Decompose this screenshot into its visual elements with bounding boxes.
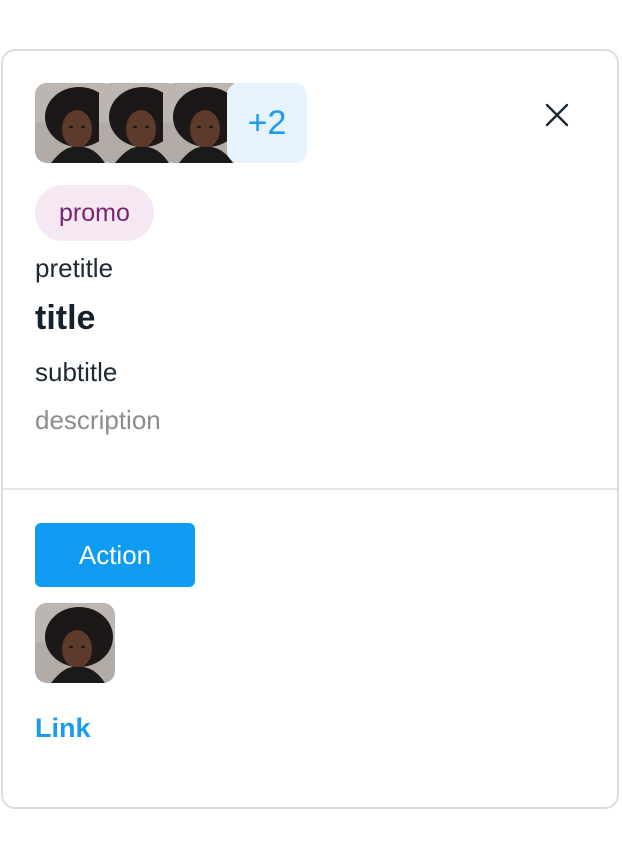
description: description [35, 405, 161, 435]
pretitle: pretitle [35, 253, 114, 283]
subtitle: subtitle [35, 357, 118, 387]
divider [3, 488, 617, 490]
card-title: title [35, 299, 96, 337]
avatar-group: +2 [35, 83, 315, 163]
avatar [35, 603, 115, 683]
card: +2 promo pretitle title subtitle descrip… [1, 49, 619, 809]
action-button[interactable]: Action [35, 523, 195, 587]
link[interactable]: Link [35, 713, 91, 744]
close-icon [545, 103, 569, 127]
avatar-more-count[interactable]: +2 [227, 83, 307, 163]
close-button[interactable] [543, 101, 571, 129]
promo-badge: promo [35, 185, 154, 241]
